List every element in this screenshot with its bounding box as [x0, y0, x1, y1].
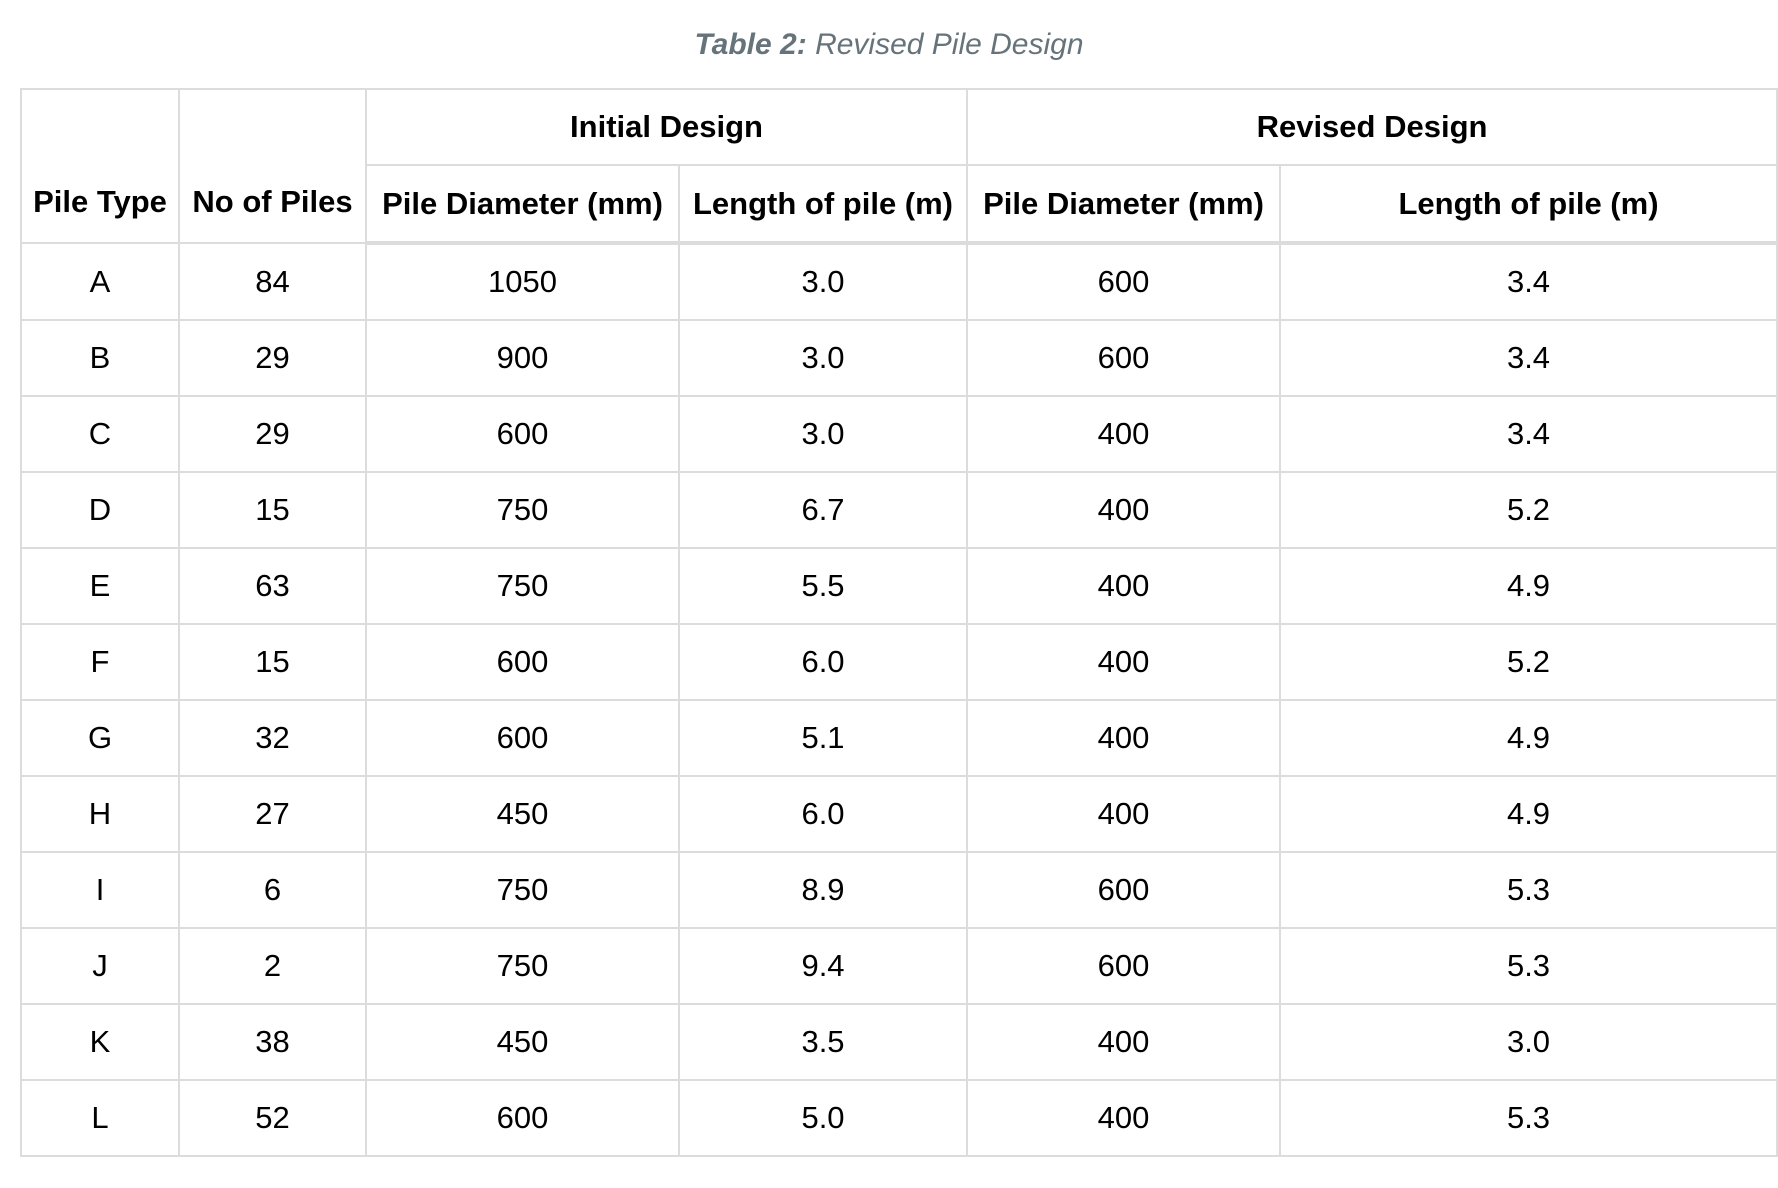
cell-pile-type: G	[20, 699, 180, 777]
table-row: L 52 600 5.0 400 5.3	[20, 1079, 1778, 1157]
table-row: E 63 750 5.5 400 4.9	[20, 547, 1778, 625]
cell-no-of-piles: 52	[178, 1079, 367, 1157]
cell-revised-length: 3.4	[1279, 319, 1778, 397]
cell-revised-diameter: 400	[966, 623, 1282, 701]
caption-text: Revised Pile Design	[815, 28, 1084, 61]
table-row: G 32 600 5.1 400 4.9	[20, 699, 1778, 777]
cell-revised-diameter: 400	[966, 395, 1282, 473]
cell-pile-type: B	[20, 319, 180, 397]
header-no-of-piles: No of Piles	[178, 88, 367, 244]
cell-initial-length: 5.5	[677, 547, 969, 625]
cell-no-of-piles: 15	[178, 471, 367, 549]
cell-initial-diameter: 600	[365, 699, 680, 777]
header-group-row: Pile Type No of Piles Initial Design Rev…	[20, 88, 1778, 244]
cell-revised-length: 5.2	[1279, 471, 1778, 549]
cell-revised-length: 4.9	[1279, 547, 1778, 625]
cell-initial-diameter: 450	[365, 775, 680, 853]
cell-no-of-piles: 2	[178, 927, 367, 1005]
cell-revised-length: 4.9	[1279, 699, 1778, 777]
cell-initial-length: 8.9	[677, 851, 969, 929]
cell-revised-diameter: 600	[966, 319, 1282, 397]
table-row: I 6 750 8.9 600 5.3	[20, 851, 1778, 929]
cell-initial-length: 3.0	[677, 395, 969, 473]
cell-initial-length: 3.0	[677, 242, 969, 321]
cell-revised-diameter: 400	[966, 699, 1282, 777]
cell-initial-length: 3.5	[677, 1003, 969, 1081]
cell-revised-diameter: 400	[966, 547, 1282, 625]
cell-revised-diameter: 400	[966, 1003, 1282, 1081]
cell-revised-diameter: 600	[966, 242, 1282, 321]
cell-initial-diameter: 1050	[365, 242, 680, 321]
cell-no-of-piles: 38	[178, 1003, 367, 1081]
table-body: A 84 1050 3.0 600 3.4 B 29 900 3.0 600 3.4 C 29 600 3.0…	[20, 242, 1778, 1157]
cell-pile-type: D	[20, 471, 180, 549]
header-initial-diameter: Pile Diameter (mm)	[365, 164, 680, 245]
cell-revised-diameter: 400	[966, 1079, 1282, 1157]
cell-initial-length: 5.0	[677, 1079, 969, 1157]
header-initial-design: Initial Design	[364, 88, 969, 166]
cell-revised-diameter: 400	[966, 775, 1282, 853]
header-revised-diameter: Pile Diameter (mm)	[966, 164, 1282, 245]
cell-no-of-piles: 84	[178, 242, 367, 321]
cell-initial-length: 6.0	[677, 775, 969, 853]
cell-initial-length: 9.4	[677, 927, 969, 1005]
header-pile-type: Pile Type	[20, 88, 180, 244]
cell-initial-diameter: 600	[365, 1079, 680, 1157]
table-row: D 15 750 6.7 400 5.2	[20, 471, 1778, 549]
table-row: A 84 1050 3.0 600 3.4	[20, 242, 1778, 321]
cell-revised-length: 5.3	[1279, 851, 1778, 929]
table-row: C 29 600 3.0 400 3.4	[20, 395, 1778, 473]
cell-pile-type: H	[20, 775, 180, 853]
cell-pile-type: J	[20, 927, 180, 1005]
cell-initial-length: 6.0	[677, 623, 969, 701]
cell-no-of-piles: 29	[178, 395, 367, 473]
table-row: K 38 450 3.5 400 3.0	[20, 1003, 1778, 1081]
header-revised-design: Revised Design	[966, 88, 1778, 166]
cell-pile-type: K	[20, 1003, 180, 1081]
cell-revised-length: 5.2	[1279, 623, 1778, 701]
cell-initial-length: 5.1	[677, 699, 969, 777]
cell-revised-diameter: 400	[966, 471, 1282, 549]
cell-no-of-piles: 63	[178, 547, 367, 625]
table-caption: Table 2: Revised Pile Design	[0, 28, 1778, 62]
cell-no-of-piles: 29	[178, 319, 367, 397]
cell-pile-type: I	[20, 851, 180, 929]
table-row: H 27 450 6.0 400 4.9	[20, 775, 1778, 853]
cell-pile-type: L	[20, 1079, 180, 1157]
cell-revised-diameter: 600	[966, 851, 1282, 929]
cell-no-of-piles: 27	[178, 775, 367, 853]
cell-revised-diameter: 600	[966, 927, 1282, 1005]
cell-revised-length: 3.0	[1279, 1003, 1778, 1081]
table-row: F 15 600 6.0 400 5.2	[20, 623, 1778, 701]
cell-initial-diameter: 750	[365, 547, 680, 625]
cell-pile-type: E	[20, 547, 180, 625]
cell-initial-length: 3.0	[677, 319, 969, 397]
cell-revised-length: 3.4	[1279, 242, 1778, 321]
cell-revised-length: 5.3	[1279, 927, 1778, 1005]
cell-revised-length: 4.9	[1279, 775, 1778, 853]
table-row: B 29 900 3.0 600 3.4	[20, 319, 1778, 397]
cell-initial-diameter: 750	[365, 851, 680, 929]
cell-initial-length: 6.7	[677, 471, 969, 549]
cell-pile-type: A	[20, 242, 180, 321]
cell-revised-length: 5.3	[1279, 1079, 1778, 1157]
header-revised-length: Length of pile (m)	[1279, 164, 1778, 245]
caption-label: Table 2:	[694, 28, 807, 61]
cell-no-of-piles: 6	[178, 851, 367, 929]
cell-no-of-piles: 15	[178, 623, 367, 701]
cell-initial-diameter: 600	[365, 623, 680, 701]
cell-pile-type: F	[20, 623, 180, 701]
table-row: J 2 750 9.4 600 5.3	[20, 927, 1778, 1005]
cell-initial-diameter: 750	[365, 471, 680, 549]
cell-initial-diameter: 600	[365, 395, 680, 473]
header-initial-length: Length of pile (m)	[677, 164, 969, 245]
cell-initial-diameter: 450	[365, 1003, 680, 1081]
cell-revised-length: 3.4	[1279, 395, 1778, 473]
pile-design-table: Pile Type No of Piles Initial Design Rev…	[20, 88, 1778, 1157]
cell-no-of-piles: 32	[178, 699, 367, 777]
cell-initial-diameter: 900	[365, 319, 680, 397]
cell-pile-type: C	[20, 395, 180, 473]
cell-initial-diameter: 750	[365, 927, 680, 1005]
